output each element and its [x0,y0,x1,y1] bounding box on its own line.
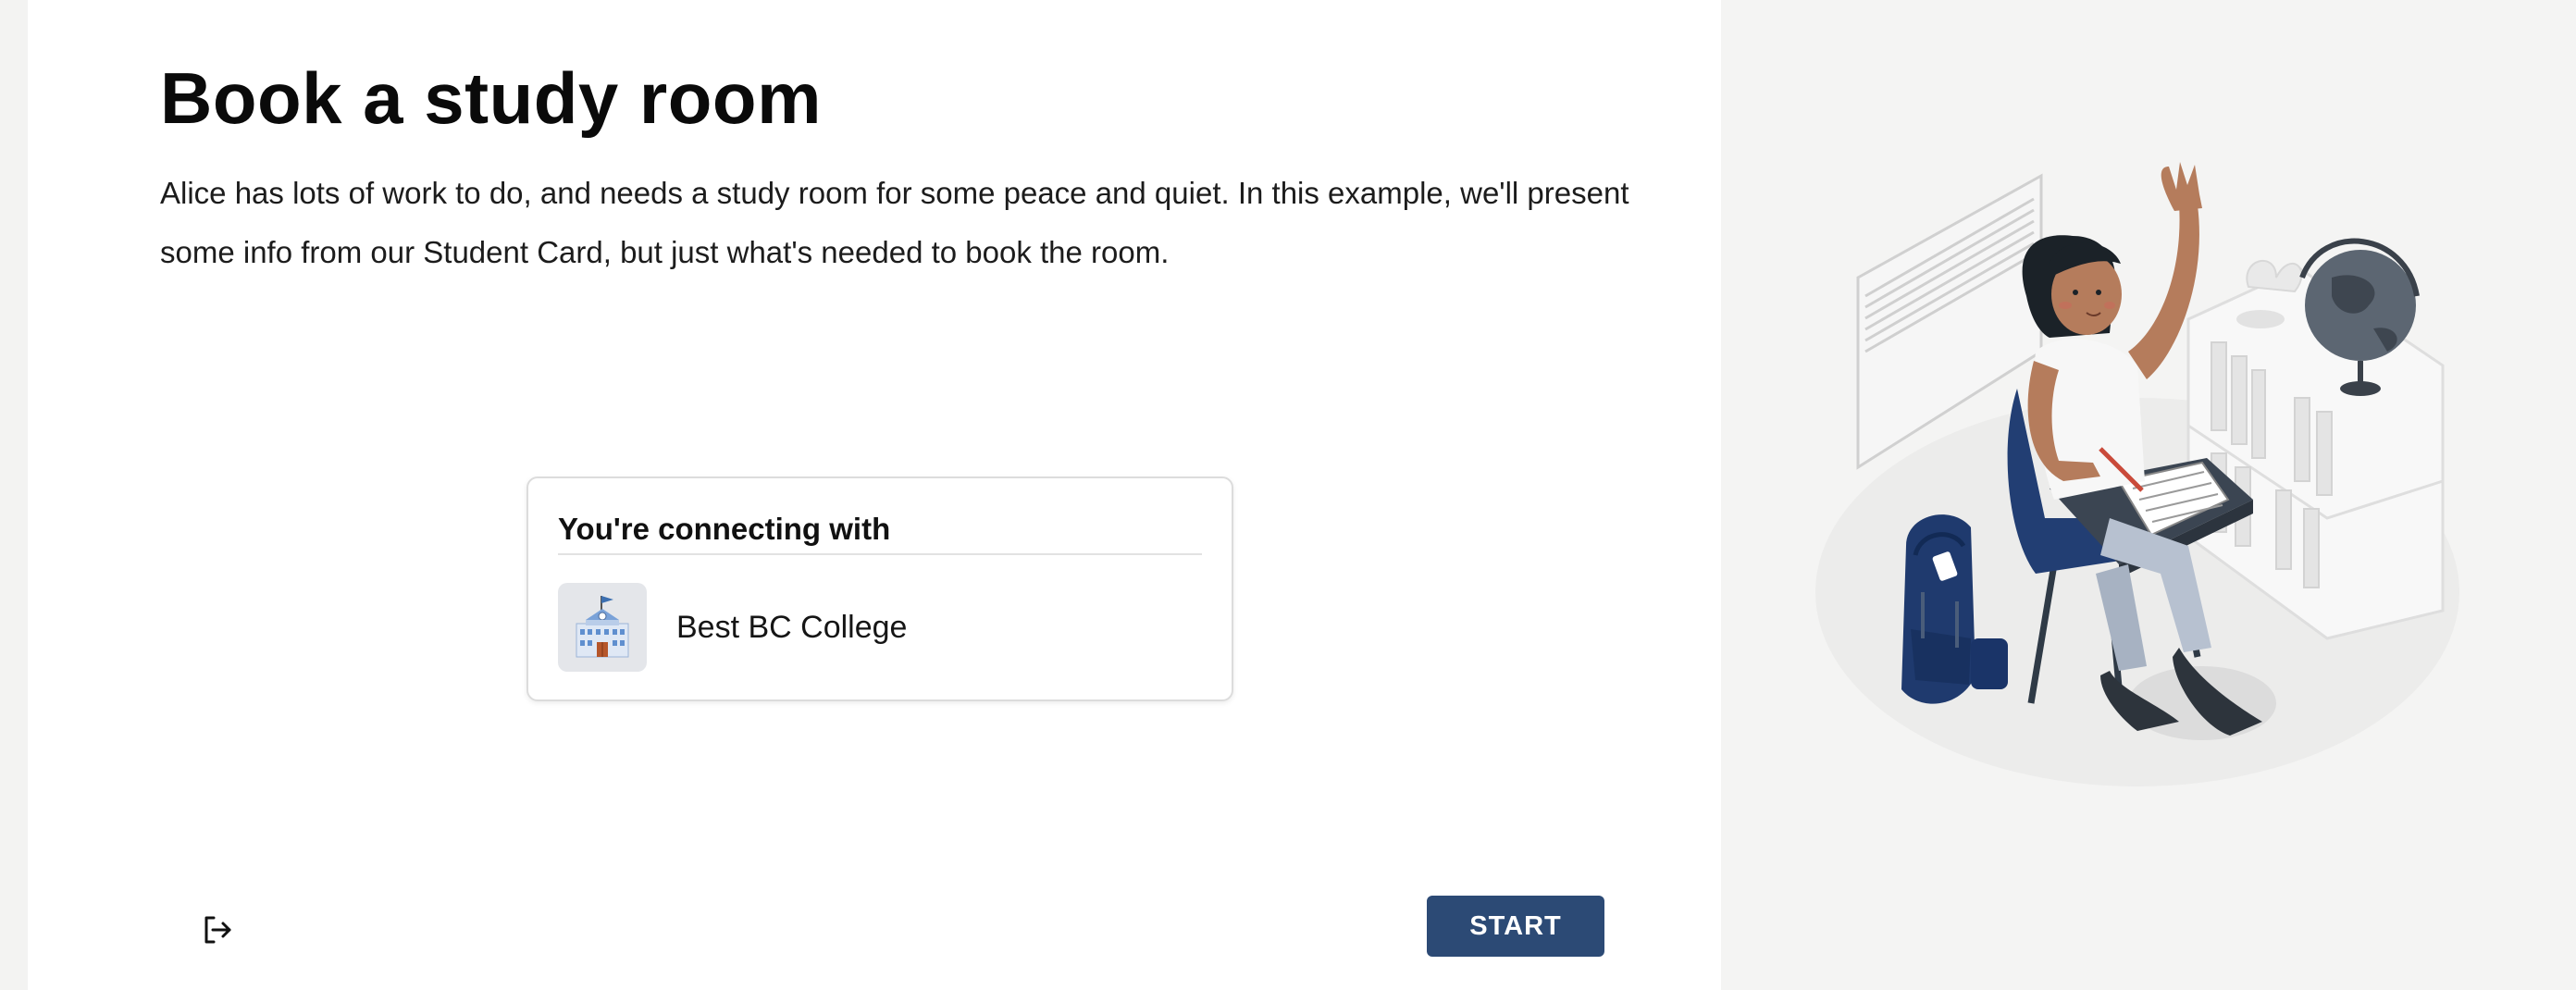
page-title: Book a study room [160,57,822,139]
logout-icon[interactable] [194,907,241,953]
card-heading: You're connecting with [558,512,891,546]
page-description: Alice has lots of work to do, and needs … [160,176,1629,269]
main-panel: Book a study room Alice has lots of work… [28,0,1721,990]
illustration-panel [1721,0,2576,990]
organization-name: Best BC College [676,610,908,645]
school-building-icon [558,583,647,672]
card-divider [558,553,1202,555]
connection-card: You're connecting with Best BC College [526,476,1233,701]
start-button[interactable]: START [1427,896,1604,957]
left-gutter [0,0,28,990]
student-raising-hand-illustration [1815,162,2459,786]
